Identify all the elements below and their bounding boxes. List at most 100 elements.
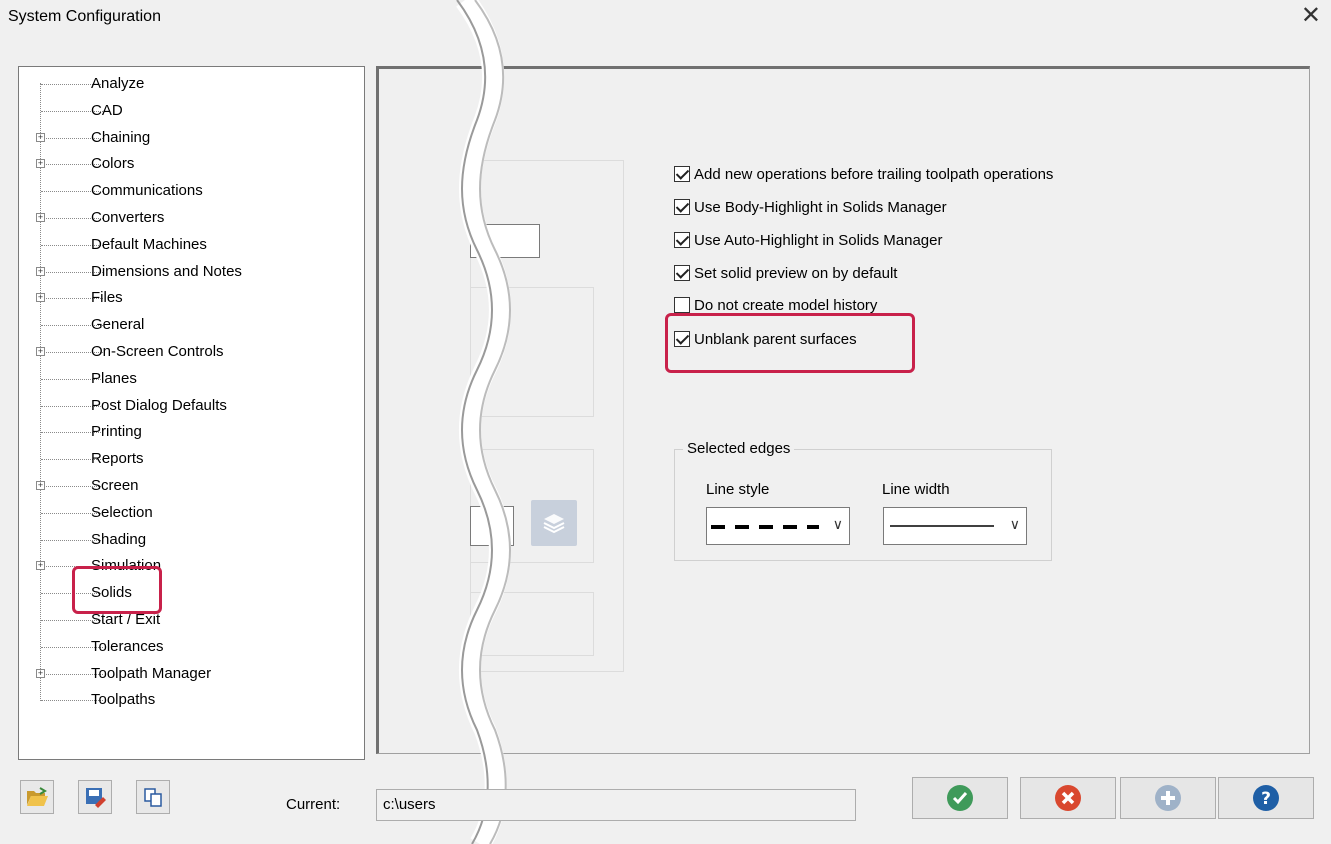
- save-config-button[interactable]: [78, 780, 112, 814]
- ghost-group-3: [470, 592, 594, 656]
- tree-item-printing[interactable]: Printing: [19, 419, 359, 445]
- tree-item-label: Printing: [91, 423, 142, 441]
- chevron-down-icon: ∨: [1009, 516, 1020, 532]
- expand-icon[interactable]: +: [36, 481, 45, 490]
- dashed-line-icon: [711, 525, 819, 529]
- tree-item-post-dialog-defaults[interactable]: Post Dialog Defaults: [19, 393, 359, 419]
- tree-item-shading[interactable]: Shading: [19, 527, 359, 553]
- tree-item-label: Shading: [91, 530, 147, 548]
- line-style-select[interactable]: ∨: [706, 507, 850, 545]
- tree-item-files[interactable]: + Files: [19, 285, 359, 311]
- checkbox-checked-icon[interactable]: [674, 232, 690, 248]
- checkbox-add-new-operations-before-trailing-toolpath-operations[interactable]: Add new operations before trailing toolp…: [674, 163, 1053, 185]
- category-tree[interactable]: Analyze CAD + Chaining + Colors Communications…: [18, 66, 365, 760]
- thin-line-icon: [890, 525, 994, 527]
- expand-icon[interactable]: +: [36, 132, 45, 142]
- question-circle-icon: ?: [1253, 785, 1279, 811]
- line-width-select[interactable]: ∨: [883, 507, 1027, 545]
- layers-icon: [543, 514, 565, 534]
- checkbox-label: Set solid preview on by default: [694, 264, 898, 282]
- tree-item-selection[interactable]: Selection: [19, 500, 359, 526]
- tree-item-communications[interactable]: Communications: [19, 178, 359, 204]
- expand-icon[interactable]: +: [36, 159, 45, 169]
- tree-item-default-machines[interactable]: Default Machines: [19, 232, 359, 258]
- checkbox-set-solid-preview-on-by-default[interactable]: Set solid preview on by default: [674, 262, 897, 284]
- checkbox-label: Use Auto-Highlight in Solids Manager: [694, 231, 943, 249]
- tree-item-label: Tolerances: [91, 637, 164, 655]
- copy-config-button[interactable]: [136, 780, 170, 814]
- close-icon[interactable]: ✕: [1301, 2, 1321, 30]
- tree-item-reports[interactable]: Reports: [19, 446, 359, 472]
- copy-icon: [144, 788, 162, 807]
- tree-item-label: Screen: [91, 477, 139, 494]
- tree-item-label: Default Machines: [91, 235, 207, 253]
- tree-item-label: Solids: [91, 584, 132, 602]
- tree-item-solids[interactable]: Solids: [19, 580, 359, 606]
- help-button[interactable]: ?: [1218, 777, 1314, 819]
- selected-edges-label: Selected edges: [683, 440, 795, 457]
- tree-item-label: Selection: [91, 503, 153, 521]
- checkbox-label: Do not create model history: [694, 296, 878, 314]
- tree-item-label: Start / Exit: [91, 611, 161, 628]
- checkbox-use-auto-highlight-in-solids-manager[interactable]: Use Auto-Highlight in Solids Manager: [674, 229, 942, 251]
- folder-open-icon: [27, 787, 48, 806]
- tree-item-label: On-Screen Controls: [91, 343, 224, 360]
- checkbox-label: Add new operations before trailing toolp…: [694, 165, 1054, 183]
- checkbox-do-not-create-model-history[interactable]: Do not create model history: [674, 294, 877, 316]
- tree-item-label: Toolpaths: [91, 691, 156, 709]
- line-width-label: Line width: [882, 481, 950, 498]
- ghost-group-1: [470, 287, 594, 417]
- add-button[interactable]: [1120, 777, 1216, 819]
- tree-item-toolpath-manager[interactable]: + Toolpath Manager: [19, 661, 359, 687]
- layers-button[interactable]: [531, 500, 577, 546]
- checkbox-checked-icon[interactable]: [674, 265, 690, 281]
- checkbox-unblank-parent-surfaces[interactable]: Unblank parent surfaces: [674, 328, 857, 350]
- cancel-button[interactable]: [1020, 777, 1116, 819]
- checkbox-checked-icon[interactable]: [674, 199, 690, 215]
- tree-item-label: Analyze: [91, 75, 145, 92]
- checkbox-checked-icon[interactable]: [674, 331, 690, 347]
- checkbox-checked-icon[interactable]: [674, 166, 690, 182]
- tree-item-toolpaths[interactable]: Toolpaths: [19, 687, 359, 713]
- tree-item-label: Colors: [91, 155, 135, 173]
- expand-icon[interactable]: +: [36, 213, 45, 222]
- tree-item-label: Chaining: [91, 128, 151, 146]
- tree-item-on-screen-controls[interactable]: + On-Screen Controls: [19, 339, 359, 365]
- expand-icon[interactable]: +: [36, 668, 45, 678]
- ok-button[interactable]: [912, 777, 1008, 819]
- expand-icon[interactable]: +: [36, 266, 45, 276]
- current-path-field[interactable]: c:\users: [376, 789, 856, 821]
- expand-icon[interactable]: +: [36, 347, 45, 356]
- current-label: Current:: [286, 796, 341, 813]
- tree-item-tolerances[interactable]: Tolerances: [19, 634, 359, 660]
- open-config-button[interactable]: [20, 780, 54, 814]
- tree-item-screen[interactable]: + Screen: [19, 473, 359, 499]
- tree-item-simulation[interactable]: + Simulation: [19, 553, 359, 579]
- x-circle-icon: [1055, 785, 1081, 811]
- expand-icon[interactable]: +: [36, 293, 45, 303]
- tree-item-label: Files: [91, 289, 123, 307]
- line-style-label: Line style: [706, 481, 770, 498]
- checkbox-use-body-highlight-in-solids-manager[interactable]: Use Body-Highlight in Solids Manager: [674, 196, 947, 218]
- ghost-input[interactable]: [470, 224, 540, 258]
- expand-icon[interactable]: +: [36, 561, 45, 571]
- tree-item-planes[interactable]: Planes: [19, 366, 359, 392]
- tree-item-label: General: [91, 316, 145, 334]
- tree-item-dimensions-and-notes[interactable]: + Dimensions and Notes: [19, 259, 359, 285]
- svg-text:?: ?: [1261, 789, 1271, 809]
- chevron-down-icon: ∨: [832, 516, 843, 532]
- tree-item-start-exit[interactable]: Start / Exit: [19, 607, 359, 633]
- tree-item-converters[interactable]: + Converters: [19, 205, 359, 231]
- tree-item-chaining[interactable]: + Chaining: [19, 125, 359, 151]
- tree-item-label: Toolpath Manager: [91, 664, 212, 682]
- save-edit-icon: [86, 788, 106, 808]
- ghost-combo[interactable]: [470, 506, 514, 546]
- check-circle-icon: [947, 785, 973, 811]
- tree-item-analyze[interactable]: Analyze: [19, 71, 359, 97]
- tree-item-cad[interactable]: CAD: [19, 98, 359, 124]
- tree-item-general[interactable]: General: [19, 312, 359, 338]
- tree-item-colors[interactable]: + Colors: [19, 151, 359, 177]
- tree-item-label: Planes: [91, 369, 137, 387]
- checkbox-unchecked-icon[interactable]: [674, 297, 690, 313]
- window-title: System Configuration: [8, 8, 161, 25]
